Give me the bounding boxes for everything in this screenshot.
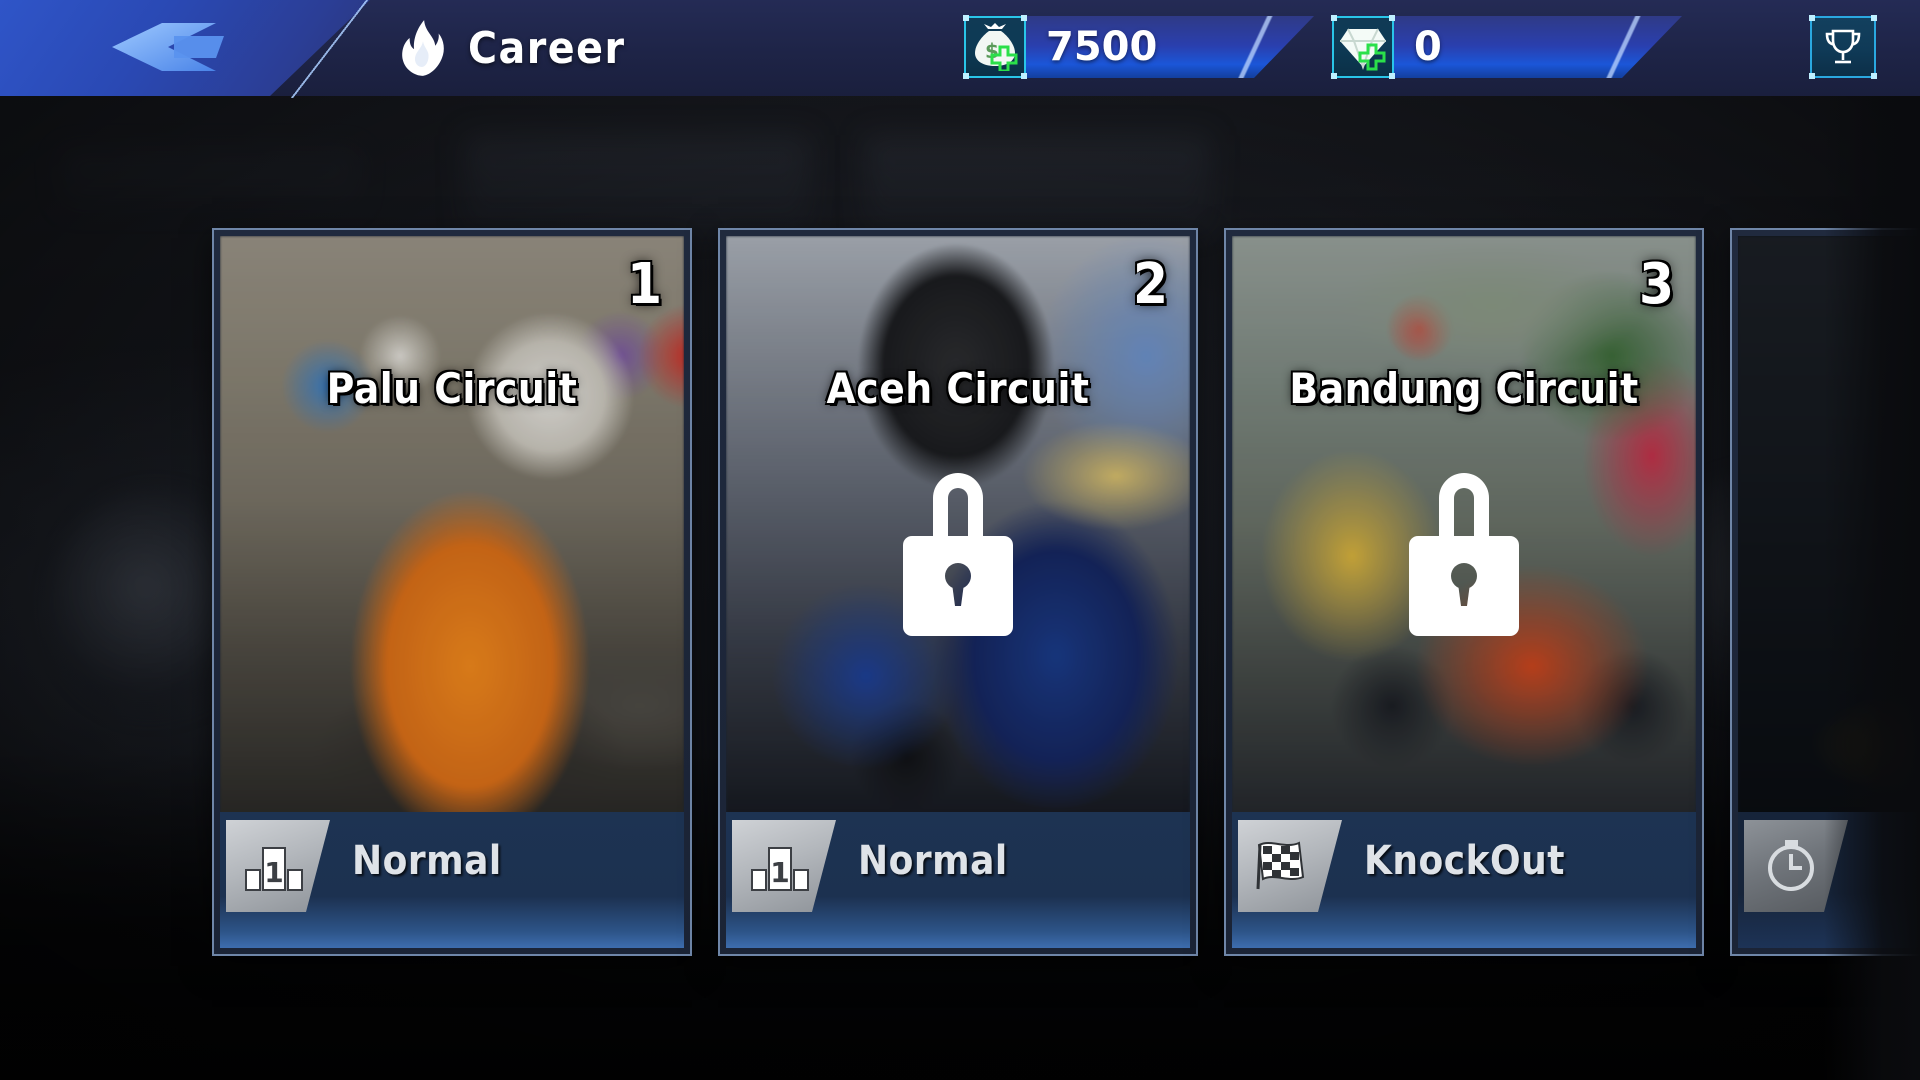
corner-dot [1331,15,1337,21]
track-number: 2 [1132,252,1168,317]
padlock-icon [1393,464,1535,644]
stopwatch-icon [1744,820,1848,912]
diamond-plus-icon [1340,28,1386,71]
track-thumbnail: 3 Bandung Circuit [1232,236,1696,816]
page-title: Career [468,22,626,74]
track-mode-label: KnockOut [1364,838,1565,884]
money-bag-plus-icon: $ [975,23,1018,71]
gem-value-bar: 0 [1392,16,1682,78]
svg-text:1: 1 [770,856,789,889]
back-button[interactable] [104,14,234,80]
trophy-icon [1825,29,1861,64]
track-lock [726,464,1190,644]
corner-dot [1021,73,1027,79]
photo-dim-overlay [220,236,684,816]
photo-dim-overlay [1738,236,1920,816]
gem-icon-box[interactable] [1331,15,1395,79]
background-panel [865,135,1210,230]
track-card[interactable]: 2 Aceh Circuit 1 Normal [718,228,1198,956]
gem-value: 0 [1414,24,1442,70]
track-lock [1232,464,1696,644]
track-name: Palu Circuit [326,364,578,413]
corner-dot [1389,73,1395,79]
track-card[interactable] [1730,228,1920,956]
podium-first-place-icon: 1 [226,820,330,912]
svg-text:1: 1 [264,856,283,889]
track-number: 3 [1638,252,1674,317]
track-mode-label: Normal [352,838,502,884]
track-number: 1 [626,252,662,317]
corner-dot [1871,73,1877,79]
flame-icon [402,20,444,76]
corner-dot [1331,73,1337,79]
track-name: Aceh Circuit [826,364,1090,413]
currency-money[interactable]: $ 7500 [963,15,1314,79]
podium-first-place-icon: 1 [732,820,836,912]
track-thumbnail: 2 Aceh Circuit [726,236,1190,816]
trophy-button[interactable] [1809,15,1877,79]
track-carousel[interactable]: 1 Palu Circuit 1 Normal 2 Aceh Circuit 1… [0,228,1920,958]
background-panel [60,150,360,210]
money-icon-box[interactable]: $ [963,15,1027,79]
track-thumbnail: 1 Palu Circuit [220,236,684,816]
corner-dot [1809,73,1815,79]
track-mode-bar [1738,812,1920,948]
track-mode-bar: KnockOut [1232,812,1696,948]
padlock-icon [887,464,1029,644]
currency-gems[interactable]: 0 [1331,15,1682,79]
track-mode-bar: 1 Normal [220,812,684,948]
corner-dot [1021,15,1027,21]
track-mode-bar: 1 Normal [726,812,1190,948]
money-value-bar: 7500 [1024,16,1314,78]
checkered-flag-icon [1238,820,1342,912]
corner-dot [1389,15,1395,21]
career-screen: Career $ 7500 0 1 Palu Circuit 1 Normal … [0,0,1920,1080]
career-title-group: Career [400,0,626,96]
corner-dot [963,15,969,21]
track-mode-label: Normal [858,838,1008,884]
money-value: 7500 [1046,24,1158,70]
track-thumbnail [1738,236,1920,816]
corner-dot [1871,15,1877,21]
back-arrow-icon [112,23,224,71]
track-card[interactable]: 3 Bandung Circuit KnockOut [1224,228,1704,956]
corner-dot [963,73,969,79]
top-bar: Career $ 7500 0 [0,0,1920,98]
corner-dot [1809,15,1815,21]
track-card[interactable]: 1 Palu Circuit 1 Normal [212,228,692,956]
background-panel [465,135,810,230]
track-name: Bandung Circuit [1289,364,1639,413]
